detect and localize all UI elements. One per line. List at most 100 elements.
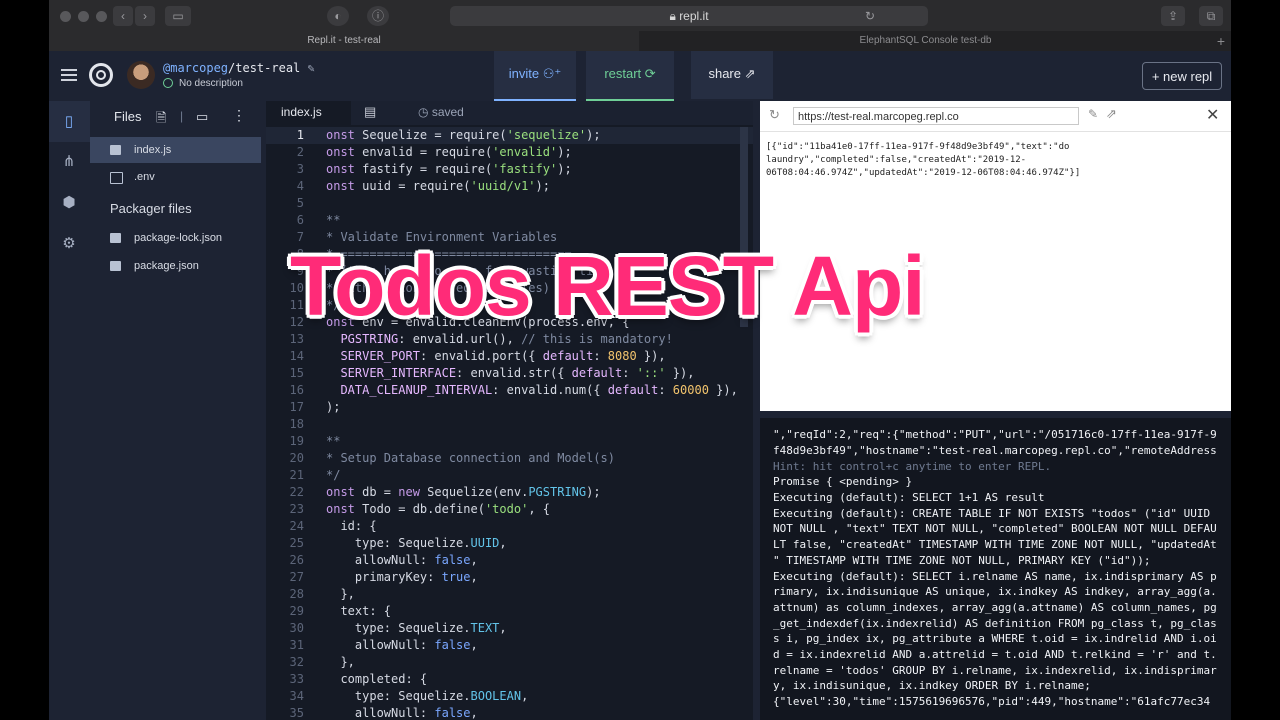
avatar[interactable] [127,61,155,89]
package-icon [110,233,121,243]
preview-toolbar: ↻ https://test-real.marcopeg.repl.co ✎ ⇗… [760,101,1231,132]
video-overlay-title: Todos REST Api [290,239,926,333]
console-line: Executing (default): SELECT 1+1 AS resul… [773,491,1045,504]
reload-icon[interactable]: ↻ [769,107,780,123]
console-line: y, ix.indisunique, ix.indkey ORDER BY i.… [773,679,1091,692]
file-item-env[interactable]: .env [90,164,261,190]
open-new-window-icon[interactable]: ⇗ [1106,106,1117,122]
pane-resize-handle[interactable] [760,411,1231,418]
browser-toolbar: ‹ › ▭ ◐ ⓘ 🔒︎ repl.it ↻ ⇪ ⧉ [49,0,1231,32]
edit-icon[interactable]: ✎ [308,61,315,75]
code-editor[interactable]: index.js ▤ ◷ saved 1 onst Sequelize = req… [266,101,753,720]
file-label: .env [134,171,155,183]
add-file-icon[interactable]: 🗎︎ [156,109,166,131]
file-icon [110,172,123,184]
tabs-overview-icon[interactable]: ⧉ [1199,6,1223,26]
share-page-icon[interactable]: ⇪ [1161,6,1185,26]
restart-button[interactable]: restart ⟳ [586,51,674,101]
reload-icon[interactable]: ↻ [860,6,880,26]
history-icon: ◷ [418,105,432,119]
close-icon[interactable]: ✕ [1206,105,1219,125]
window-zoom-button[interactable] [96,11,107,22]
more-options-icon[interactable]: ⋮ [232,107,246,124]
editor-tabs: index.js ▤ ◷ saved [266,101,753,125]
console-line: {"level":30,"time":1575619696576,"pid":4… [773,695,1211,708]
repl-header: @marcopeg/test-real ✎ No description inv… [49,51,1231,101]
console-line: f48d9e3bf49","hostname":"test-real.marco… [773,444,1217,457]
repl-owner: @marcopeg [163,61,229,75]
restart-label: restart [604,66,642,81]
preview-url-input[interactable]: https://test-real.marcopeg.repl.co [793,107,1079,125]
file-item-package-lock[interactable]: package-lock.json [90,225,261,251]
restart-icon: ⟳ [644,66,656,81]
console[interactable]: ","reqId":2,"req":{"method":"PUT","url":… [760,418,1231,720]
console-line: Promise { <pending> } [773,475,913,488]
repl-description[interactable]: No description [179,78,243,89]
new-repl-button[interactable]: + new repl [1142,62,1222,90]
address-text: repl.it [679,9,709,23]
response-line: [{"id":"11ba41e0-17ff-11ea-917f-9f48d9e3… [766,142,1070,152]
replit-logo[interactable] [89,63,113,87]
menu-icon[interactable] [61,69,77,81]
address-bar[interactable]: 🔒︎ repl.it [450,6,928,26]
console-line: relname = 'todos' GROUP BY i.relname, ix… [773,664,1217,677]
share-icon: ⇗ [744,66,756,81]
extension-icon[interactable]: ◐ [327,6,349,26]
vertical-resize-handle[interactable] [753,101,760,720]
add-folder-icon[interactable]: ▭ [196,109,208,125]
file-label: index.js [134,144,172,156]
sidebar-icon[interactable]: ▭ [165,6,191,26]
console-line: _get_indexdef(ix.indexrelid) AS definiti… [773,617,1217,630]
files-icon[interactable]: ▯ [61,114,77,130]
console-line: d = ix.indexrelid AND a.attrelid = t.oid… [773,648,1217,661]
window-minimize-button[interactable] [78,11,89,22]
invite-label: invite [508,66,540,81]
files-panel: Files 🗎︎ | ▭ ⋮ index.js .env Packager fi… [90,101,267,720]
browser-tabs: Repl.it - test-real ElephantSQL Console … [49,31,1231,52]
file-item-index-js[interactable]: index.js [90,137,261,163]
browser-tab-elephantsql[interactable]: ElephantSQL Console test-db [640,31,1211,51]
share-button[interactable]: share ⇗ [691,51,773,99]
package-icon [110,261,121,271]
version-control-icon[interactable]: ⋔ [61,154,77,170]
reader-icon[interactable]: ⓘ [367,6,389,26]
file-label: package-lock.json [134,232,223,244]
response-line: 06T08:04:46.974Z","updatedAt":"2019-12-0… [766,168,1081,178]
file-item-package-json[interactable]: package.json [90,253,261,279]
window-close-button[interactable] [60,11,71,22]
repl-title[interactable]: @marcopeg/test-real ✎ [163,61,315,75]
settings-icon[interactable]: ⚙ [61,236,77,252]
console-line: rimary, ix.indisunique AS unique, ix.ind… [773,585,1217,598]
browser-tab-replit[interactable]: Repl.it - test-real [49,31,639,51]
description-icon [163,78,173,88]
edit-url-icon[interactable]: ✎ [1088,107,1098,121]
code-area[interactable]: 1 onst Sequelize = require('sequelize'); … [266,127,753,720]
preview-body: [{"id":"11ba41e0-17ff-11ea-917f-9f48d9e3… [766,141,1146,180]
files-title: Files [114,109,142,124]
tab-index-js[interactable]: index.js [281,105,322,119]
share-label: share [708,66,741,81]
back-icon[interactable]: ‹ [113,6,133,26]
sidebar-rail: ▯ ⋔ ⬢ ⚙ [49,101,90,720]
console-line: Executing (default): SELECT i.relname AS… [773,570,1217,583]
console-line: Executing (default): CREATE TABLE IF NOT… [773,507,1211,520]
tab-label: ElephantSQL Console test-db [859,35,992,46]
packages-icon[interactable]: ⬢ [61,195,77,211]
divider: | [180,109,184,123]
document-icon[interactable]: ▤ [364,104,376,120]
tab-label: Repl.it - test-real [307,35,381,46]
preview-url: https://test-real.marcopeg.repl.co [798,111,959,123]
console-line: LT false, "createdAt" TIMESTAMP WITH TIM… [773,538,1217,551]
add-user-icon: ⚇⁺ [542,66,562,81]
invite-button[interactable]: invite ⚇⁺ [494,51,576,101]
console-line: ","reqId":2,"req":{"method":"PUT","url":… [773,428,1217,441]
console-line: NOT NULL , "text" TEXT NOT NULL, "comple… [773,522,1217,535]
forward-icon[interactable]: › [135,6,155,26]
file-label: package.json [134,260,199,272]
js-file-icon [110,145,121,155]
packager-files-title: Packager files [110,201,192,216]
console-line: Hint: hit control+c anytime to enter REP… [773,460,1052,473]
new-tab-icon[interactable]: + [1211,31,1231,51]
console-line: " TIMESTAMP WITH TIME ZONE NOT NULL, PRI… [773,554,1151,567]
save-status: ◷ saved [418,105,464,119]
